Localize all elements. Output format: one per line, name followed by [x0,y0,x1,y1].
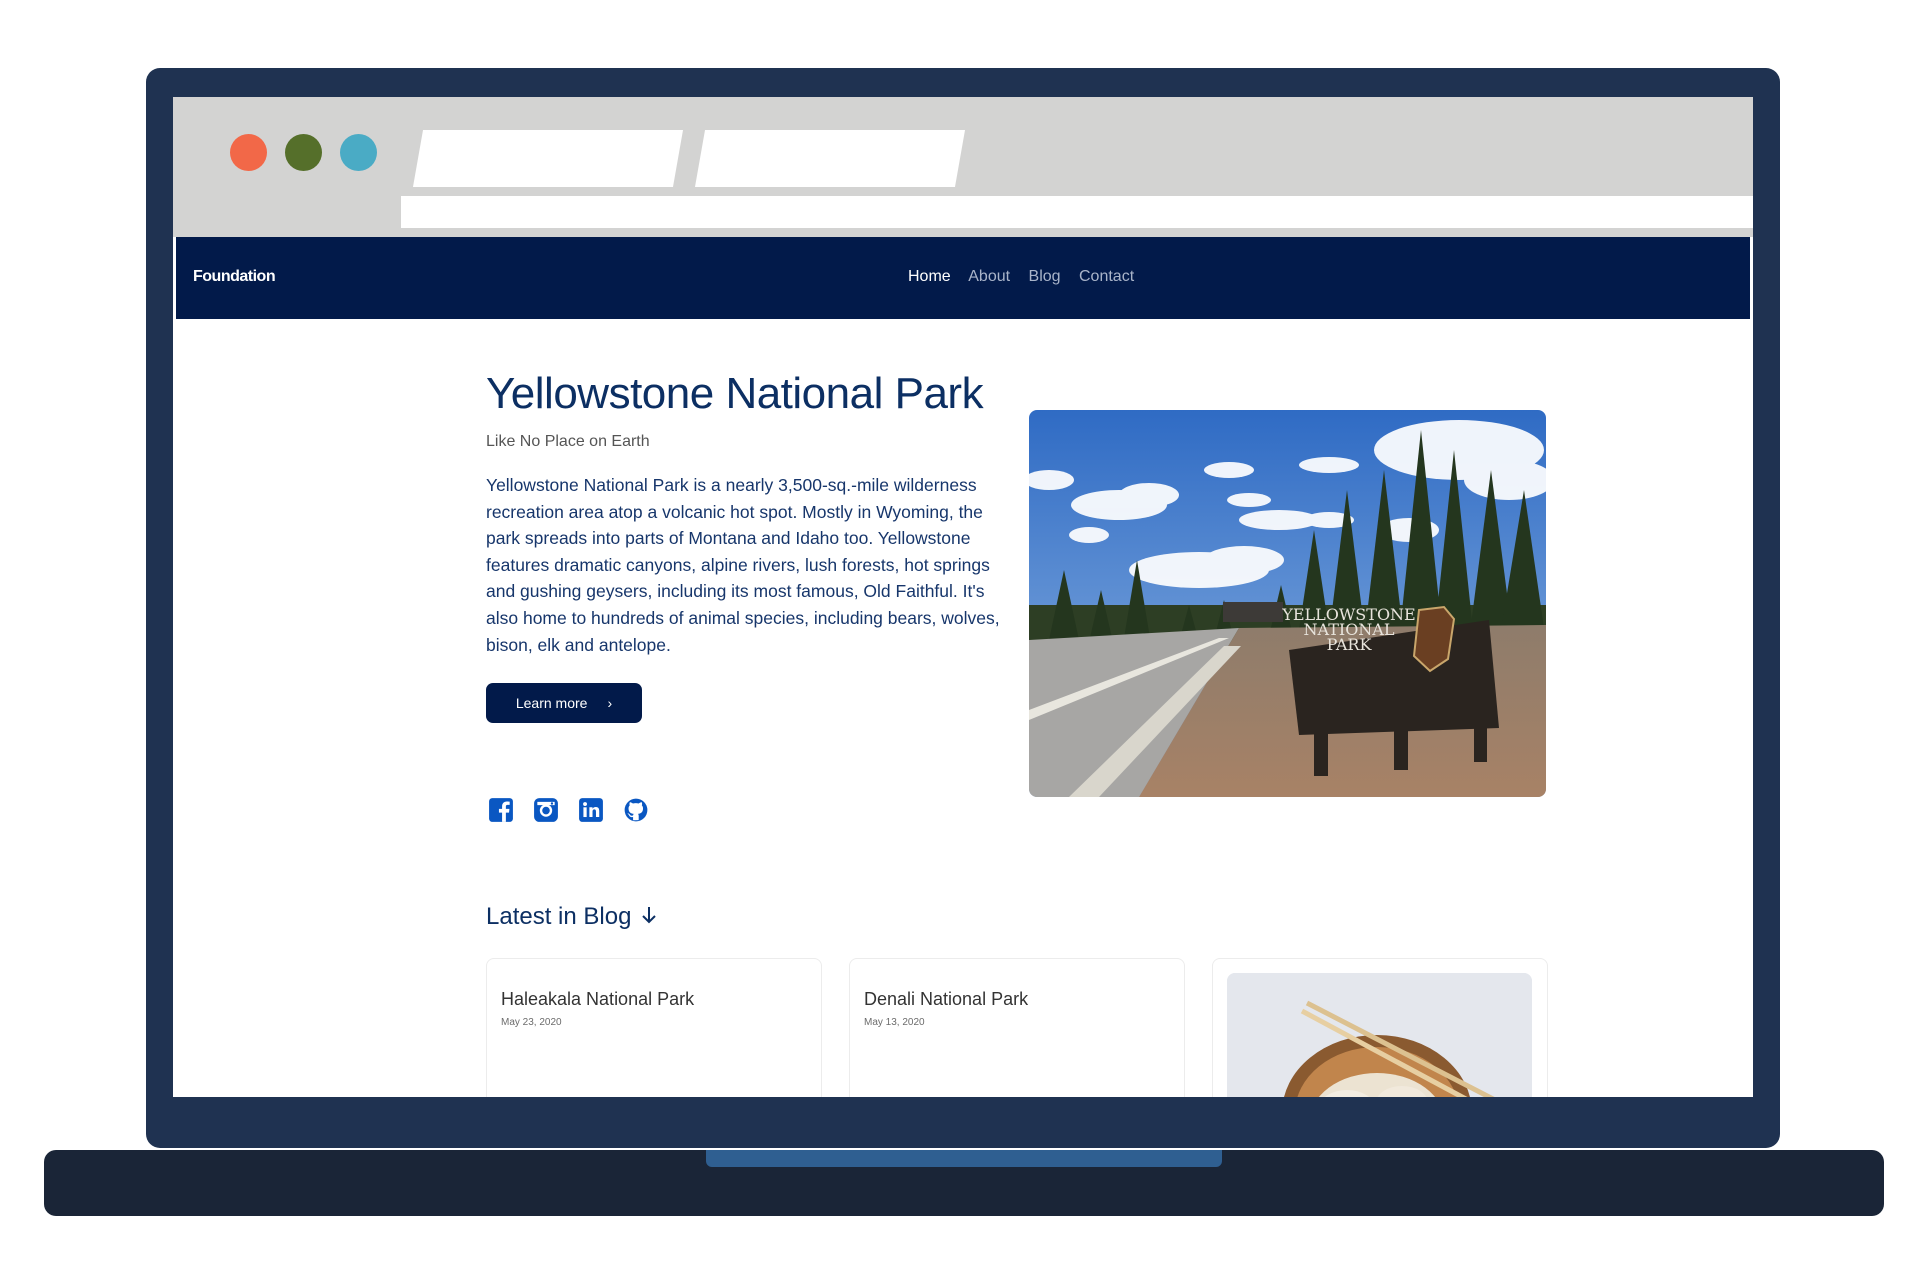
browser-tab-2[interactable] [694,130,966,187]
blog-card-title[interactable]: Haleakala National Park [501,989,694,1010]
nav-about[interactable]: About [968,268,1010,285]
latest-blog-title: Latest in Blog [486,903,632,930]
nav-contact[interactable]: Contact [1079,268,1134,285]
arrow-down-icon [641,903,657,931]
blog-card-title[interactable]: Denali National Park [864,989,1028,1010]
social-links [488,797,649,823]
facebook-icon[interactable] [488,797,514,823]
browser-tab-1[interactable] [412,130,684,187]
chevron-right-icon: › [607,695,613,711]
sign-line-3: PARK [1327,635,1373,654]
hero-subtitle: Like No Place on Earth [486,433,650,450]
site-navbar: Foundation Home About Blog Contact [176,237,1750,319]
hero-title: Yellowstone National Park [486,369,984,418]
learn-more-button[interactable]: Learn more › [486,683,642,723]
laptop-hinge [706,1150,1222,1167]
instagram-icon[interactable] [533,797,559,823]
window-minimize-dot[interactable] [285,134,322,171]
window-maximize-dot[interactable] [340,134,377,171]
latest-blog-heading: Latest in Blog [486,903,657,931]
window-close-dot[interactable] [230,134,267,171]
dumplings-photo [1227,973,1532,1097]
brand-logo[interactable]: Foundation [193,268,276,286]
blog-card-date: May 23, 2020 [501,1017,562,1028]
nav-home[interactable]: Home [908,268,951,285]
blog-card-date: May 13, 2020 [864,1017,925,1028]
linkedin-icon[interactable] [578,797,604,823]
blog-card[interactable] [1212,958,1548,1097]
main-nav: Home About Blog Contact [908,268,1148,286]
browser-chrome [173,97,1753,237]
hero-description: Yellowstone National Park is a nearly 3,… [486,475,1000,655]
laptop-screen: Foundation Home About Blog Contact Yello… [173,97,1753,1097]
nav-blog[interactable]: Blog [1029,268,1061,285]
address-bar[interactable] [401,196,1753,228]
learn-more-label: Learn more [515,695,588,711]
github-icon[interactable] [623,797,649,823]
blog-card[interactable]: Haleakala National Park May 23, 2020 [486,958,822,1097]
yellowstone-photo: YELLOWSTONE NATIONAL PARK [1029,410,1546,797]
blog-card[interactable]: Denali National Park May 13, 2020 [849,958,1185,1097]
